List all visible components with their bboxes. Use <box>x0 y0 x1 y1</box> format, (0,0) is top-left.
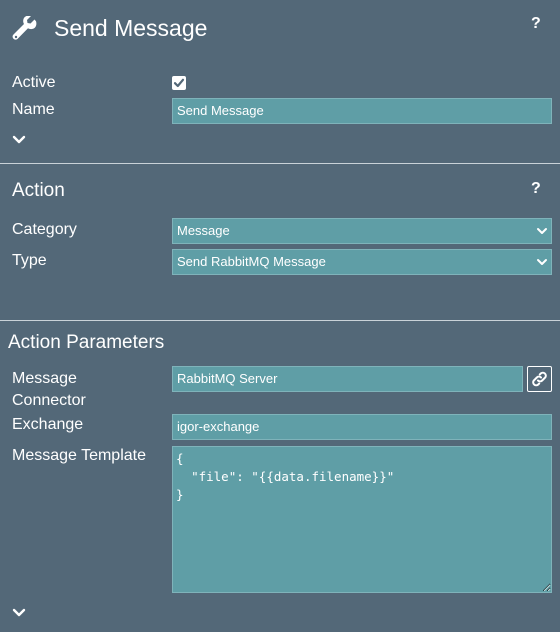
category-label: Category <box>12 221 77 238</box>
type-select[interactable]: Send RabbitMQ Message <box>172 249 552 275</box>
action-section-title: Action <box>12 180 65 201</box>
help-icon[interactable]: ? <box>531 15 541 33</box>
connector-field[interactable]: RabbitMQ Server <box>172 366 523 392</box>
name-label: Name <box>12 101 55 118</box>
type-label: Type <box>12 252 47 269</box>
divider <box>0 163 560 164</box>
link-icon <box>532 371 547 387</box>
exchange-label: Exchange <box>12 416 84 433</box>
category-value: Message <box>177 223 230 238</box>
chevron-down-icon[interactable] <box>12 135 26 145</box>
category-select[interactable]: Message <box>172 218 552 244</box>
action-help-icon[interactable]: ? <box>531 180 541 198</box>
chevron-down-icon <box>537 259 547 265</box>
chevron-down-icon[interactable] <box>12 608 26 618</box>
template-label: Message Template <box>12 447 146 464</box>
page-title: Send Message <box>54 15 208 41</box>
check-icon <box>173 78 185 88</box>
type-value: Send RabbitMQ Message <box>177 254 326 269</box>
active-checkbox[interactable] <box>172 76 186 90</box>
divider <box>0 320 560 321</box>
link-button[interactable] <box>527 366 552 392</box>
name-field[interactable]: Send Message <box>172 98 552 124</box>
connector-label-line1: Message <box>12 370 77 387</box>
active-label: Active <box>12 74 56 91</box>
exchange-field[interactable]: igor-exchange <box>172 414 552 440</box>
message-template-textarea[interactable]: { "file": "{{data.filename}}" } <box>172 446 552 593</box>
wrench-icon <box>12 16 37 40</box>
connector-label-line2: Connector <box>12 392 86 409</box>
params-section-title: Action Parameters <box>8 332 165 353</box>
chevron-down-icon <box>537 228 547 234</box>
connector-label: Message Connector <box>12 368 86 412</box>
